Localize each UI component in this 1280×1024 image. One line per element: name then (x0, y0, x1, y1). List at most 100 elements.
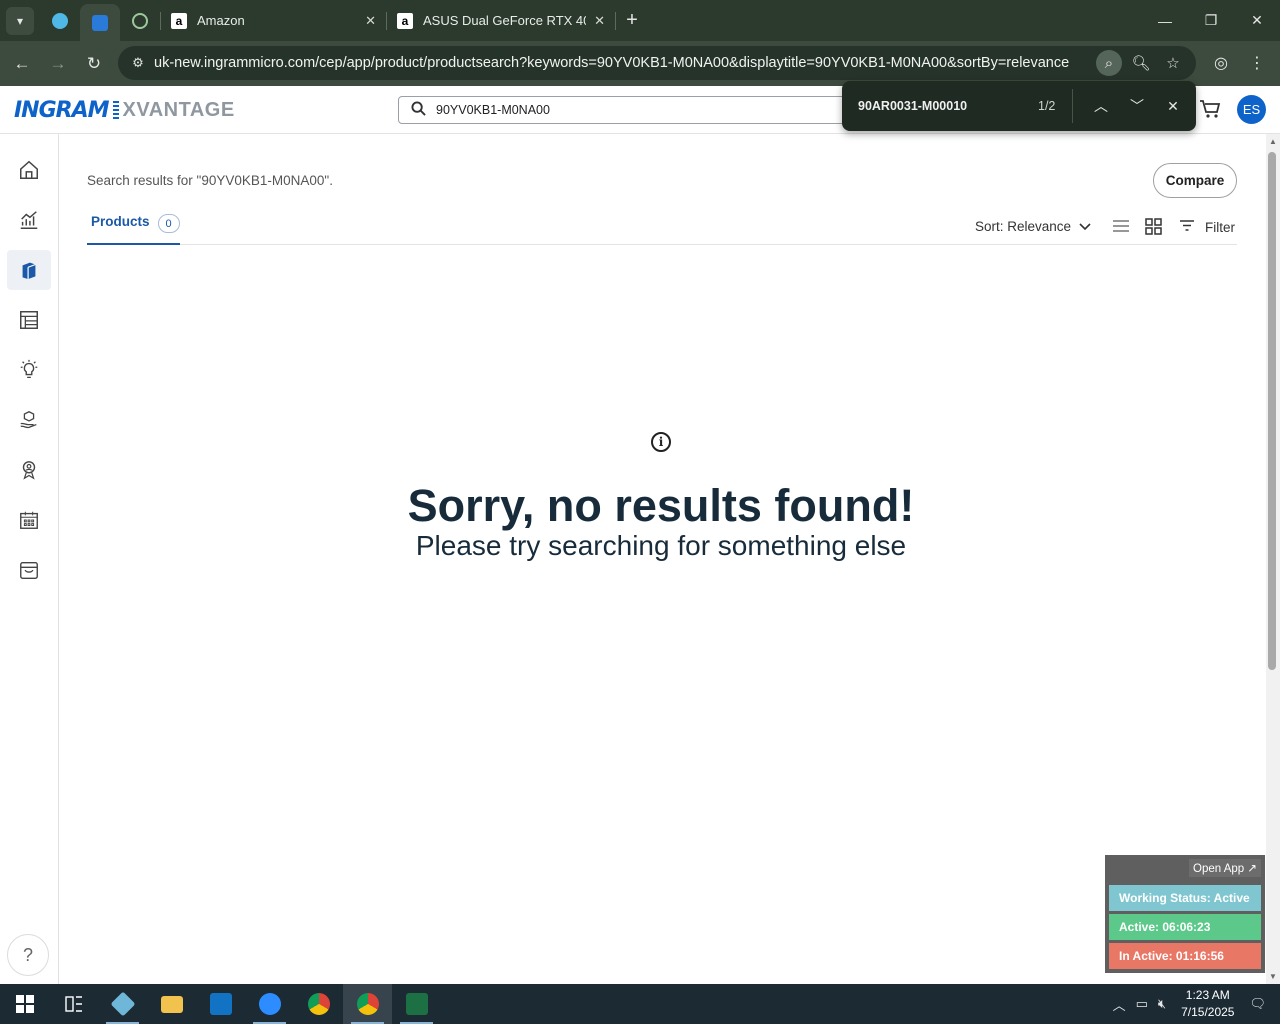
app-icon-shape (110, 991, 135, 1017)
amazon-favicon-icon: a (397, 12, 413, 29)
close-tab-icon[interactable]: ✕ (365, 13, 376, 29)
restore-icon[interactable]: ❐ (1188, 0, 1234, 41)
find-previous-icon[interactable]: ︿ (1083, 96, 1119, 116)
zoom-shape (258, 993, 281, 1015)
url-text[interactable]: uk-new.ingrammicro.com/cep/app/product/p… (154, 55, 1096, 71)
file-explorer-icon[interactable] (147, 984, 196, 1024)
address-bar[interactable]: ⚙ uk-new.ingrammicro.com/cep/app/product… (118, 46, 1196, 80)
ingram-xvantage-logo[interactable]: INGRAM XVANTAGE (14, 98, 235, 123)
find-in-page-bar: 90AR0031-M00010 1/2 ︿ ﹀ ✕ (842, 81, 1196, 131)
pinned-favicon-icon (92, 14, 108, 31)
clock-time: 1:23 AM (1185, 988, 1230, 1002)
open-app-button[interactable]: Open App ↗ (1189, 859, 1261, 877)
analytics-icon[interactable] (7, 200, 51, 240)
chevron-up-icon[interactable]: ︿ (1113, 995, 1126, 1014)
tab-search-button[interactable]: ▾ (6, 6, 34, 35)
empty-state-title: Sorry, no results found! (407, 480, 915, 531)
find-next-icon[interactable]: ﹀ (1119, 96, 1155, 116)
search-results-summary: Search results for "90YV0KB1-M0NA00". (87, 173, 333, 188)
search-value[interactable]: 90YV0KB1-M0NA00 (436, 103, 550, 117)
tab-products-label: Products (91, 214, 150, 229)
outlook-shape (209, 993, 232, 1015)
active-time: Active: 06:06:23 (1109, 914, 1261, 940)
products-icon[interactable] (7, 250, 51, 290)
ideas-icon[interactable] (7, 350, 51, 390)
windows-taskbar: ︿ ▭ 🔇︎ 1:23 AM 7/15/2025 🗨︎ (0, 984, 1280, 1024)
excel-icon[interactable] (392, 984, 441, 1024)
pinned-favicon-icon (52, 12, 68, 29)
pinned-tab-1[interactable] (40, 0, 80, 41)
orders-icon[interactable] (7, 550, 51, 590)
windows-start-icon[interactable] (0, 984, 49, 1024)
main-content: Search results for "90YV0KB1-M0NA00". Co… (59, 134, 1266, 984)
new-tab-button[interactable]: + (616, 9, 648, 32)
site-info-icon[interactable]: ⚙ (122, 55, 154, 71)
zoom-icon[interactable]: 🔍︎ (1128, 50, 1154, 76)
sort-dropdown[interactable]: Sort: Relevance (975, 219, 1091, 234)
filter-label: Filter (1205, 219, 1235, 235)
scroll-up-icon[interactable]: ▲ (1269, 137, 1277, 146)
find-divider (1072, 89, 1073, 123)
tab-products[interactable]: Products 0 (87, 210, 180, 245)
back-icon[interactable]: ← (4, 46, 40, 82)
clock-date: 7/15/2025 (1181, 1005, 1235, 1019)
grid-view-icon[interactable] (1145, 218, 1162, 240)
zoom-app-icon[interactable] (245, 984, 294, 1024)
logo-divider (112, 100, 119, 121)
outlook-icon[interactable] (196, 984, 245, 1024)
lens-icon[interactable]: ⌕ (1096, 50, 1122, 76)
profile-icon[interactable]: ◎ (1206, 47, 1236, 79)
minimize-icon[interactable]: — (1142, 0, 1188, 41)
left-sidebar: ? (0, 134, 59, 984)
scroll-thumb[interactable] (1268, 152, 1276, 670)
browser-right-actions: ◎ ⋮ (1206, 47, 1272, 79)
task-view-icon[interactable] (49, 984, 98, 1024)
filter-button[interactable]: Filter (1179, 219, 1235, 235)
reload-icon[interactable]: ↻ (76, 46, 112, 82)
cart-icon[interactable] (1199, 99, 1221, 125)
chrome-icon[interactable] (294, 984, 343, 1024)
close-tab-icon[interactable]: ✕ (594, 13, 605, 29)
product-search-input[interactable]: 90YV0KB1-M0NA00 (398, 96, 858, 124)
user-avatar[interactable]: ES (1237, 95, 1266, 124)
forward-icon[interactable]: → (40, 46, 76, 82)
chrome-shape (356, 993, 379, 1015)
info-icon: i (651, 432, 671, 452)
tab-asus[interactable]: a ASUS Dual GeForce RTX 4070 S ✕ (387, 0, 615, 41)
browser-tab-strip: ▾ a Amazon ✕ a ASUS Dual GeForce RTX 407… (0, 0, 1280, 41)
awards-icon[interactable] (7, 450, 51, 490)
tab-title: ASUS Dual GeForce RTX 4070 S (423, 13, 586, 28)
close-window-icon[interactable]: ✕ (1234, 0, 1280, 41)
pinned-tab-2-active[interactable] (80, 4, 120, 41)
solutions-icon[interactable] (7, 400, 51, 440)
clock[interactable]: 1:23 AM 7/15/2025 (1181, 987, 1234, 1021)
app-diamond-icon[interactable] (98, 984, 147, 1024)
menu-icon[interactable]: ⋮ (1242, 47, 1272, 79)
chrome-shape (307, 993, 330, 1015)
window-controls: — ❐ ✕ (1142, 0, 1280, 41)
calendar-icon[interactable] (7, 500, 51, 540)
chrome-profile-icon[interactable] (343, 984, 392, 1024)
pinned-favicon-icon (132, 12, 148, 29)
catalog-icon[interactable] (7, 300, 51, 340)
find-query-input[interactable]: 90AR0031-M00010 (858, 99, 1018, 113)
find-close-icon[interactable]: ✕ (1155, 98, 1191, 115)
home-icon[interactable] (7, 150, 51, 190)
page-scrollbar[interactable]: ▲ ▼ (1266, 134, 1280, 984)
volume-muted-icon[interactable]: 🔇︎ (1158, 996, 1166, 1012)
search-icon (411, 101, 426, 119)
notifications-icon[interactable]: 🗨︎ (1249, 996, 1266, 1012)
inactive-time: In Active: 01:16:56 (1109, 943, 1261, 969)
tab-amazon[interactable]: a Amazon ✕ (161, 0, 386, 41)
list-view-icon[interactable] (1112, 219, 1130, 238)
logo-product: XVANTAGE (122, 99, 235, 121)
scroll-down-icon[interactable]: ▼ (1269, 972, 1277, 981)
bookmark-star-icon[interactable]: ☆ (1160, 50, 1186, 76)
network-icon[interactable]: ▭ (1136, 996, 1148, 1012)
pinned-tab-3[interactable] (120, 0, 160, 41)
excel-shape (405, 993, 428, 1015)
folder-shape (160, 995, 183, 1013)
help-button[interactable]: ? (7, 934, 49, 976)
tab-products-count-badge: 0 (157, 214, 180, 233)
compare-button[interactable]: Compare (1153, 163, 1237, 198)
